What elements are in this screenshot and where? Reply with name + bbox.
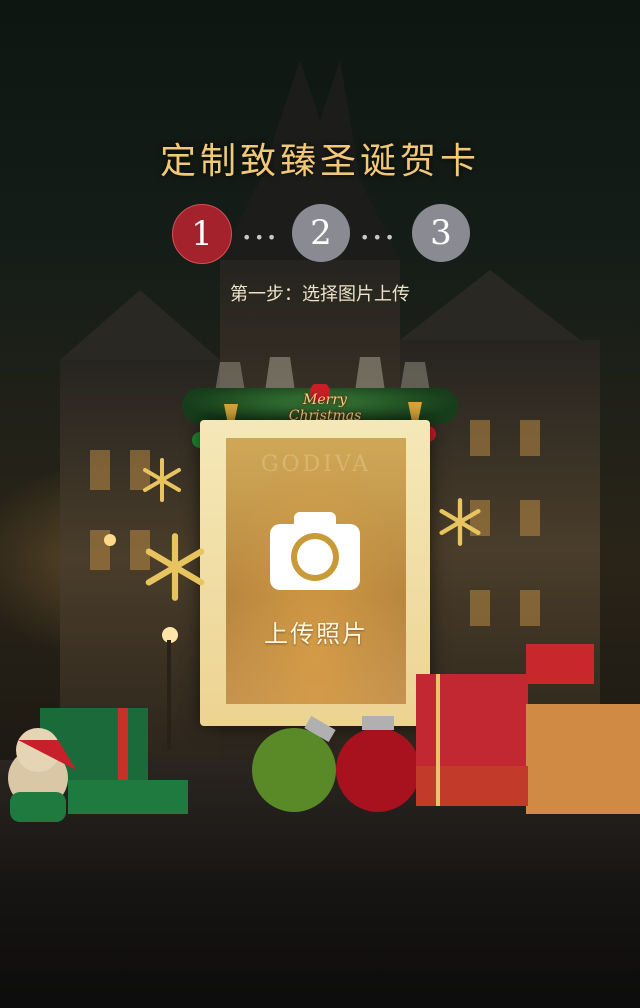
- step-3: 3: [412, 204, 470, 262]
- snowflake-icon: [439, 498, 481, 546]
- step-separator-icon: •••: [360, 228, 398, 247]
- brand-watermark: GODIVA: [260, 452, 372, 477]
- gift-box-green-icon: [8, 708, 188, 822]
- upload-photo-label: 上传照片: [264, 620, 368, 648]
- page-title: 定制致臻圣诞贺卡: [159, 141, 480, 182]
- photo-frame: GODIVA 上传照片: [200, 420, 430, 726]
- step-2: 2: [292, 204, 350, 262]
- step-1: 1: [172, 204, 232, 264]
- step-separator-icon: •••: [242, 228, 280, 247]
- step-description: 第一步：选择图片上传: [230, 284, 410, 305]
- ornament-balls-icon: [252, 716, 420, 812]
- snowflake-icon: [143, 458, 181, 502]
- photo-placeholder: GODIVA 上传照片: [226, 438, 406, 704]
- step-indicator: 1 ••• 2 ••• 3: [172, 204, 472, 264]
- gift-box-red-icon: [416, 644, 640, 814]
- camera-icon: [270, 512, 360, 590]
- upload-photo-button[interactable]: 上传照片: [226, 512, 406, 662]
- snowflake-icon: [145, 533, 205, 601]
